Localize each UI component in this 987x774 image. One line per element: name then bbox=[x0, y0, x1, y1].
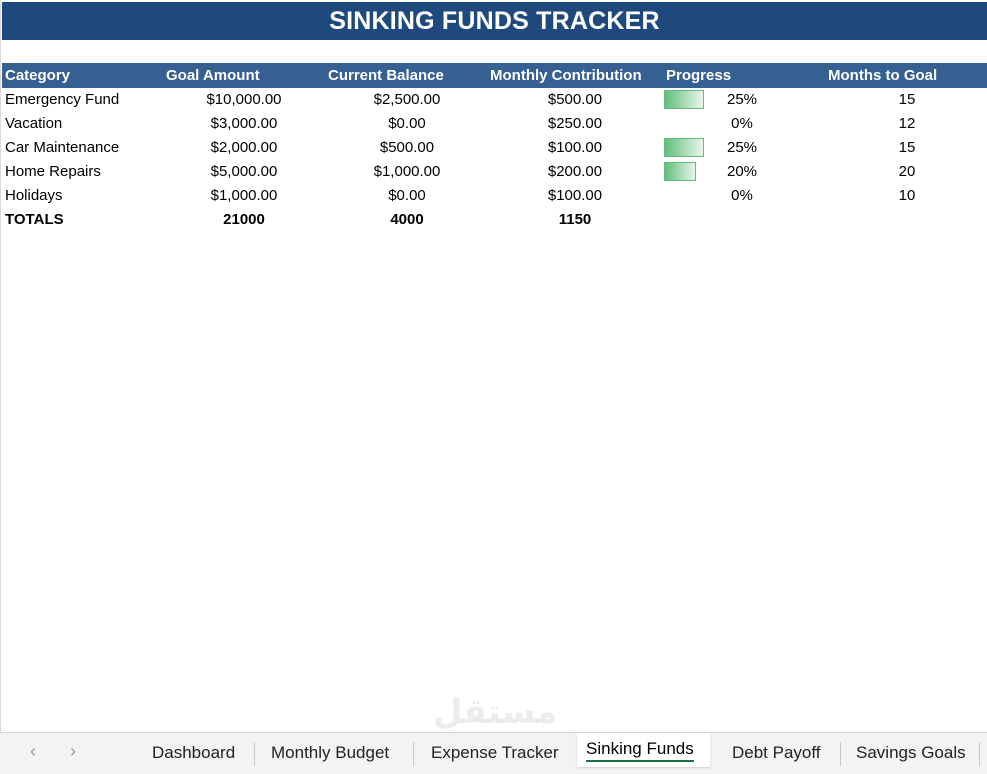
totals-row[interactable]: TOTALS 21000 4000 1150 bbox=[2, 208, 987, 232]
header-months-to-goal[interactable]: Months to Goal bbox=[828, 67, 937, 84]
tab-separator bbox=[979, 742, 980, 766]
progress-databar bbox=[664, 186, 704, 205]
header-progress[interactable]: Progress bbox=[666, 67, 731, 84]
header-monthly-contribution[interactable]: Monthly Contribution bbox=[490, 67, 642, 84]
tab-separator bbox=[254, 742, 255, 766]
goal-cell[interactable]: $5,000.00 bbox=[164, 163, 324, 180]
totals-label[interactable]: TOTALS bbox=[5, 211, 64, 228]
months-cell[interactable]: 15 bbox=[827, 139, 987, 156]
tab-savings-goals[interactable]: Savings Goals bbox=[854, 733, 968, 774]
balance-cell[interactable]: $0.00 bbox=[327, 115, 487, 132]
chevron-left-icon[interactable]: ‹ bbox=[30, 741, 36, 762]
table-header-row: Category Goal Amount Current Balance Mon… bbox=[2, 63, 987, 88]
progress-cell[interactable]: 0% bbox=[702, 187, 782, 204]
balance-cell[interactable]: $1,000.00 bbox=[327, 163, 487, 180]
table-row[interactable]: Car Maintenance $2,000.00 $500.00 $100.0… bbox=[2, 136, 987, 160]
progress-databar bbox=[664, 138, 704, 157]
progress-cell[interactable]: 20% bbox=[702, 163, 782, 180]
goal-cell[interactable]: $10,000.00 bbox=[164, 91, 324, 108]
category-cell[interactable]: Car Maintenance bbox=[5, 139, 119, 156]
tab-sinking-funds[interactable]: Sinking Funds bbox=[577, 733, 710, 767]
monthly-cell[interactable]: $100.00 bbox=[495, 187, 655, 204]
header-goal-amount[interactable]: Goal Amount bbox=[166, 67, 260, 84]
chevron-right-icon[interactable]: › bbox=[70, 741, 76, 762]
category-cell[interactable]: Home Repairs bbox=[5, 163, 101, 180]
tab-expense-tracker[interactable]: Expense Tracker bbox=[429, 733, 561, 774]
progress-databar bbox=[664, 162, 704, 181]
sheet-title: SINKING FUNDS TRACKER bbox=[2, 2, 987, 40]
spreadsheet-grid[interactable]: SINKING FUNDS TRACKER Category Goal Amou… bbox=[0, 0, 987, 732]
watermark-logo: مستقل bbox=[433, 692, 558, 732]
progress-databar-fill bbox=[664, 90, 704, 109]
monthly-cell[interactable]: $250.00 bbox=[495, 115, 655, 132]
goal-cell[interactable]: $1,000.00 bbox=[164, 187, 324, 204]
table-row[interactable]: Home Repairs $5,000.00 $1,000.00 $200.00… bbox=[2, 160, 987, 184]
balance-cell[interactable]: $500.00 bbox=[327, 139, 487, 156]
monthly-cell[interactable]: $100.00 bbox=[495, 139, 655, 156]
progress-databar bbox=[664, 90, 704, 109]
header-category[interactable]: Category bbox=[5, 67, 70, 84]
tab-monthly-budget[interactable]: Monthly Budget bbox=[269, 733, 391, 774]
months-cell[interactable]: 10 bbox=[827, 187, 987, 204]
total-balance-cell[interactable]: 4000 bbox=[327, 211, 487, 228]
balance-cell[interactable]: $2,500.00 bbox=[327, 91, 487, 108]
progress-databar-fill bbox=[664, 162, 696, 181]
months-cell[interactable]: 15 bbox=[827, 91, 987, 108]
progress-cell[interactable]: 25% bbox=[702, 139, 782, 156]
tab-separator bbox=[413, 742, 414, 766]
header-current-balance[interactable]: Current Balance bbox=[328, 67, 444, 84]
progress-cell[interactable]: 0% bbox=[702, 115, 782, 132]
total-monthly-cell[interactable]: 1150 bbox=[495, 211, 655, 228]
months-cell[interactable]: 20 bbox=[827, 163, 987, 180]
monthly-cell[interactable]: $500.00 bbox=[495, 91, 655, 108]
tab-dashboard[interactable]: Dashboard bbox=[150, 733, 237, 774]
table-row[interactable]: Emergency Fund $10,000.00 $2,500.00 $500… bbox=[2, 88, 987, 112]
category-cell[interactable]: Holidays bbox=[5, 187, 63, 204]
progress-databar bbox=[664, 114, 704, 133]
table-row[interactable]: Vacation $3,000.00 $0.00 $250.00 0% 12 bbox=[2, 112, 987, 136]
category-cell[interactable]: Emergency Fund bbox=[5, 91, 119, 108]
tab-separator bbox=[840, 742, 841, 766]
balance-cell[interactable]: $0.00 bbox=[327, 187, 487, 204]
goal-cell[interactable]: $2,000.00 bbox=[164, 139, 324, 156]
progress-cell[interactable]: 25% bbox=[702, 91, 782, 108]
progress-databar-fill bbox=[664, 138, 704, 157]
months-cell[interactable]: 12 bbox=[827, 115, 987, 132]
total-goal-cell[interactable]: 21000 bbox=[164, 211, 324, 228]
sheet-tab-bar: ‹ › Dashboard Monthly Budget Expense Tra… bbox=[0, 732, 987, 774]
monthly-cell[interactable]: $200.00 bbox=[495, 163, 655, 180]
category-cell[interactable]: Vacation bbox=[5, 115, 62, 132]
tab-debt-payoff[interactable]: Debt Payoff bbox=[730, 733, 823, 774]
goal-cell[interactable]: $3,000.00 bbox=[164, 115, 324, 132]
table-row[interactable]: Holidays $1,000.00 $0.00 $100.00 0% 10 bbox=[2, 184, 987, 208]
